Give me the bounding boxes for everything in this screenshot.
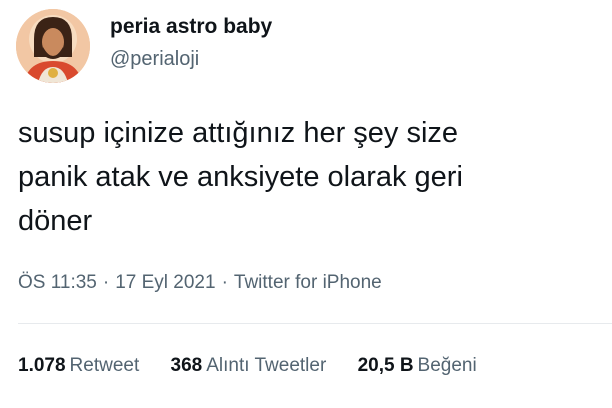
- tweet-stats: 1.078 Retweet 368 Alıntı Tweetler 20,5 B Be…: [18, 355, 477, 377]
- like-count-value: 20,5 B: [357, 355, 414, 376]
- user-handle[interactable]: @perialoji: [110, 48, 199, 71]
- retweet-count[interactable]: 1.078 Retweet: [18, 355, 139, 377]
- display-name[interactable]: peria astro baby: [110, 15, 272, 39]
- tweet-text: susup içinize attığınız her şey size pan…: [18, 111, 598, 243]
- quote-tweet-count-label: Alıntı Tweetler: [206, 355, 327, 376]
- tweet-meta: ÖS 11:35 · 17 Eyl 2021 · Twitter for iPhone: [18, 272, 382, 294]
- tweet-source[interactable]: Twitter for iPhone: [234, 272, 382, 293]
- like-count[interactable]: 20,5 B Beğeni: [358, 355, 477, 377]
- tweet-date[interactable]: 17 Eyl 2021: [115, 272, 215, 293]
- tweet-time[interactable]: ÖS 11:35: [18, 272, 97, 293]
- tweet-text-line: döner: [18, 205, 93, 237]
- tweet-text-line: susup içinize attığınız her şey size: [18, 117, 459, 149]
- tweet-card: peria astro baby @perialoji susup içiniz…: [0, 0, 612, 408]
- tweet-text-line: panik atak ve anksiyete olarak geri: [18, 161, 463, 193]
- avatar-image: [16, 9, 90, 83]
- profile-avatar[interactable]: [16, 9, 90, 83]
- quote-tweet-count-value: 368: [170, 355, 203, 376]
- retweet-count-label: Retweet: [69, 355, 140, 376]
- like-count-label: Beğeni: [417, 355, 477, 376]
- divider: [18, 323, 612, 324]
- meta-separator: ·: [221, 272, 228, 293]
- quote-tweet-count[interactable]: 368 Alıntı Tweetler: [171, 355, 327, 377]
- retweet-count-value: 1.078: [18, 355, 66, 376]
- meta-separator: ·: [102, 272, 110, 293]
